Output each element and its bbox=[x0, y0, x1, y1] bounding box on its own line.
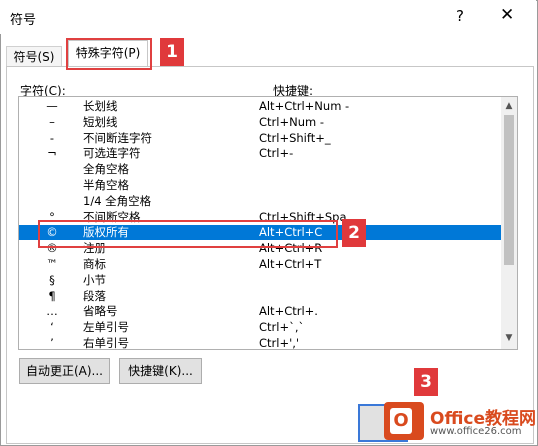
autocorrect-button[interactable]: 自动更正(A)... bbox=[19, 358, 110, 384]
office-logo-letter: O bbox=[390, 408, 412, 434]
char-name: 可选连字符 bbox=[83, 146, 141, 161]
scroll-down-icon[interactable]: ▼ bbox=[501, 333, 517, 343]
char-name: 长划线 bbox=[83, 99, 118, 113]
list-item[interactable]: ‘ 左单引号 Ctrl+`,` bbox=[19, 320, 501, 335]
char-symbol: … bbox=[46, 304, 58, 319]
callout-number-2: 2 bbox=[342, 219, 366, 247]
scroll-up-icon[interactable]: ▲ bbox=[501, 101, 517, 111]
char-symbol: — bbox=[46, 99, 58, 113]
char-symbol: ™ bbox=[46, 257, 58, 271]
char-shortcut: Ctrl+- bbox=[259, 146, 294, 161]
char-shortcut: Ctrl+',' bbox=[259, 336, 300, 350]
char-name: 全角空格 bbox=[83, 162, 129, 177]
char-shortcut: Alt+Ctrl+T bbox=[259, 257, 322, 271]
title-bar: 符号 ? ✕ bbox=[0, 0, 536, 34]
char-name: 左单引号 bbox=[83, 320, 129, 335]
shortcut-key-button[interactable]: 快捷键(K)... bbox=[119, 358, 202, 384]
list-item[interactable]: - 不间断连字符 Ctrl+Shift+_ bbox=[19, 131, 501, 146]
help-icon[interactable]: ? bbox=[456, 7, 464, 25]
dialog-title: 符号 bbox=[10, 13, 37, 28]
char-shortcut: Alt+Ctrl+. bbox=[259, 304, 318, 319]
char-name: 右单引号 bbox=[83, 336, 129, 350]
char-name: 小节 bbox=[83, 272, 106, 287]
callout-number-3: 3 bbox=[414, 368, 438, 396]
list-item[interactable]: 全角空格 bbox=[19, 162, 501, 177]
char-name: 不间断连字符 bbox=[83, 130, 152, 145]
list-item[interactable]: § 小节 bbox=[19, 273, 501, 288]
char-name: 商标 bbox=[83, 257, 106, 271]
callout-box-1 bbox=[66, 38, 152, 70]
char-shortcut: Ctrl+Num - bbox=[259, 114, 324, 129]
list-item[interactable]: ¶ 段落 bbox=[19, 289, 501, 304]
list-item[interactable]: ’ 右单引号 Ctrl+',' bbox=[19, 336, 501, 350]
char-name: 短划线 bbox=[83, 114, 118, 129]
char-symbol: ‘ bbox=[50, 320, 54, 335]
list-item[interactable]: ¬ 可选连字符 Ctrl+- bbox=[19, 146, 501, 161]
char-symbol: ¶ bbox=[48, 288, 56, 303]
logo-subtext: www.office26.com bbox=[430, 426, 522, 437]
list-item[interactable]: — 长划线 Alt+Ctrl+Num - bbox=[19, 99, 501, 114]
char-shortcut: Ctrl+Shift+_ bbox=[259, 130, 331, 145]
scroll-thumb[interactable] bbox=[504, 115, 514, 265]
char-symbol: - bbox=[49, 130, 55, 145]
char-symbol: ’ bbox=[50, 336, 54, 350]
tab-symbols[interactable]: 符号(S) bbox=[6, 46, 62, 67]
list-item[interactable]: 1/4 全角空格 bbox=[19, 194, 501, 209]
char-shortcut: Ctrl+`,` bbox=[259, 320, 305, 335]
vertical-scrollbar[interactable]: ▲ ▼ bbox=[501, 97, 517, 349]
char-name: 省略号 bbox=[83, 304, 118, 319]
list-item[interactable]: – 短划线 Ctrl+Num - bbox=[19, 115, 501, 130]
char-shortcut: Alt+Ctrl+Num - bbox=[259, 99, 350, 113]
char-symbol: § bbox=[49, 272, 55, 287]
close-icon[interactable]: ✕ bbox=[500, 5, 514, 25]
char-name: 1/4 全角空格 bbox=[83, 193, 152, 208]
list-item[interactable]: 半角空格 bbox=[19, 178, 501, 193]
char-name: 半角空格 bbox=[83, 178, 129, 192]
char-symbol: ¬ bbox=[47, 146, 57, 161]
char-symbol: – bbox=[49, 114, 55, 129]
list-item[interactable]: … 省略号 Alt+Ctrl+. bbox=[19, 304, 501, 319]
callout-box-2 bbox=[38, 220, 338, 248]
list-item[interactable]: ™ 商标 Alt+Ctrl+T bbox=[19, 257, 501, 272]
char-name: 段落 bbox=[83, 288, 106, 303]
callout-number-1: 1 bbox=[160, 38, 184, 66]
